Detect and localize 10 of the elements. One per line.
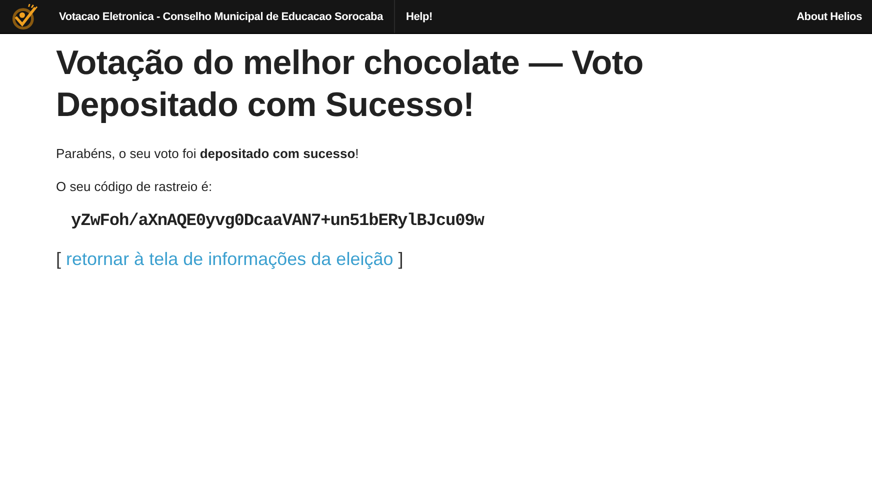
success-message: Parabéns, o seu voto foi depositado com sucesso! (56, 146, 360, 161)
bracket-text: ] (398, 249, 404, 269)
tracker-code: yZwFoh/aXnAQE0yvg0DcaaVAN7+un51bERylBJcu09w (71, 212, 486, 231)
nav-link[interactable]: About Helios (786, 0, 872, 33)
tracker-label: O seu código de rastreio é: (56, 179, 214, 194)
site-title-link[interactable]: Votacao Eletronica - Conselho Municipal de Educacao Sorocaba (48, 0, 395, 33)
bracket-text: [ (56, 249, 62, 269)
nav-link[interactable]: Help! (394, 0, 444, 33)
logo-icon[interactable] (12, 4, 38, 30)
page-heading: Votação do melhor chocolate — Voto Depositado com Sucesso! (56, 43, 644, 126)
